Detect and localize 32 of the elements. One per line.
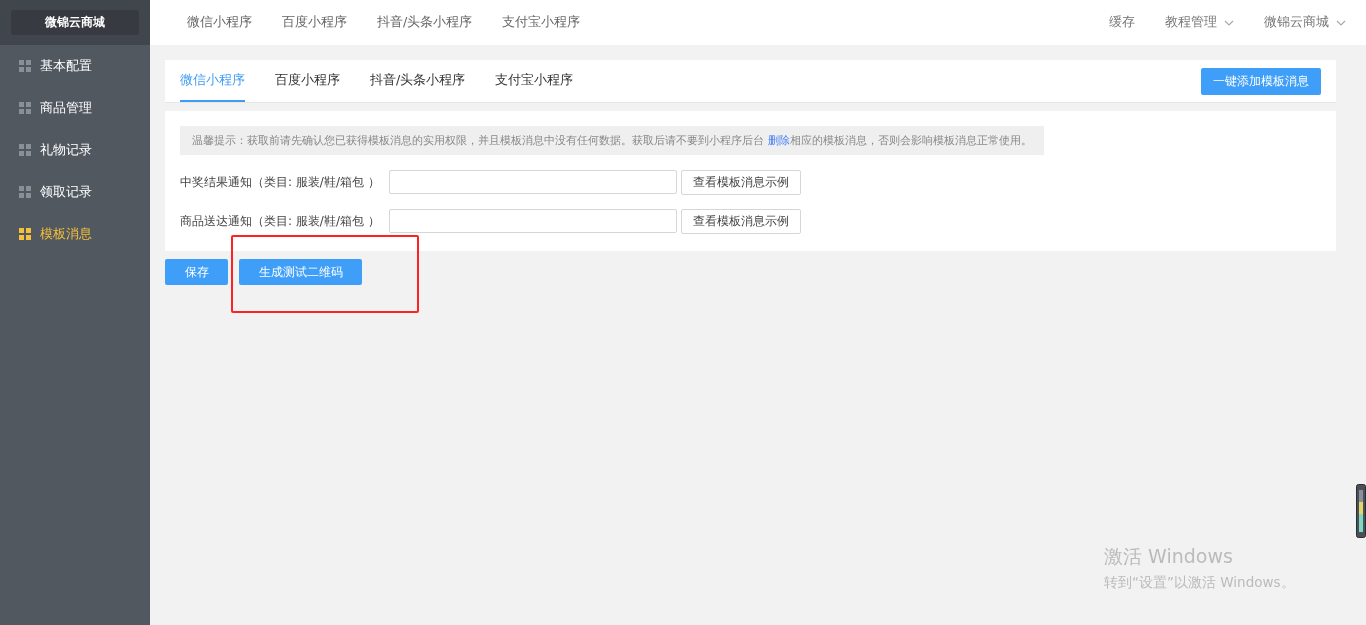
- grid-icon: [19, 102, 31, 114]
- top-menu-link[interactable]: 教程管理: [1165, 14, 1234, 31]
- tab[interactable]: 抖音/头条小程序: [370, 60, 466, 102]
- chevron-down-icon: [1224, 19, 1234, 26]
- meter-widget-icon: [1356, 482, 1366, 540]
- view-example-button[interactable]: 查看模板消息示例: [681, 169, 801, 195]
- sidebar-item[interactable]: 领取记录: [0, 171, 150, 213]
- grid-icon: [19, 60, 31, 72]
- top-nav-link[interactable]: 百度小程序: [282, 14, 347, 31]
- logo-label: 微锦云商城: [11, 10, 139, 35]
- top-menu-link[interactable]: 缓存: [1109, 14, 1135, 31]
- input-field[interactable]: [389, 170, 677, 194]
- sidebar-item[interactable]: 礼物记录: [0, 129, 150, 171]
- view-example-button[interactable]: 查看模板消息示例: [681, 208, 801, 234]
- top-nav-link[interactable]: 抖音/头条小程序: [377, 14, 473, 31]
- tab[interactable]: 支付宝小程序: [495, 60, 574, 102]
- sidebar-item[interactable]: 商品管理: [0, 87, 150, 129]
- top-menu-link[interactable]: 微锦云商城: [1264, 14, 1346, 31]
- grid-icon: [19, 144, 31, 156]
- field-label: 中奖结果通知（类目: 服装/鞋/箱包 ）: [180, 173, 381, 191]
- grid-icon: [19, 228, 31, 240]
- top-nav-link[interactable]: 支付宝小程序: [502, 14, 581, 31]
- grid-icon: [19, 186, 31, 198]
- top-nav-link[interactable]: 微信小程序: [187, 14, 252, 31]
- sidebar-item[interactable]: 模板消息: [0, 213, 150, 255]
- notice-text: 温馨提示：获取前请先确认您已获得模板消息的实用权限，并且模板消息中没有任何数据。获取后请不要到小程序后台 删除相应的模板消息，否则会影响模板消息正常使用。: [180, 126, 1044, 155]
- tab[interactable]: 百度小程序: [275, 60, 340, 102]
- chevron-down-icon: [1336, 19, 1346, 26]
- input-field[interactable]: [389, 209, 677, 233]
- delete-link[interactable]: 删除: [767, 134, 790, 147]
- sidebar-item[interactable]: 基本配置: [0, 45, 150, 87]
- field-label: 商品送达通知（类目: 服装/鞋/箱包 ）: [180, 212, 381, 230]
